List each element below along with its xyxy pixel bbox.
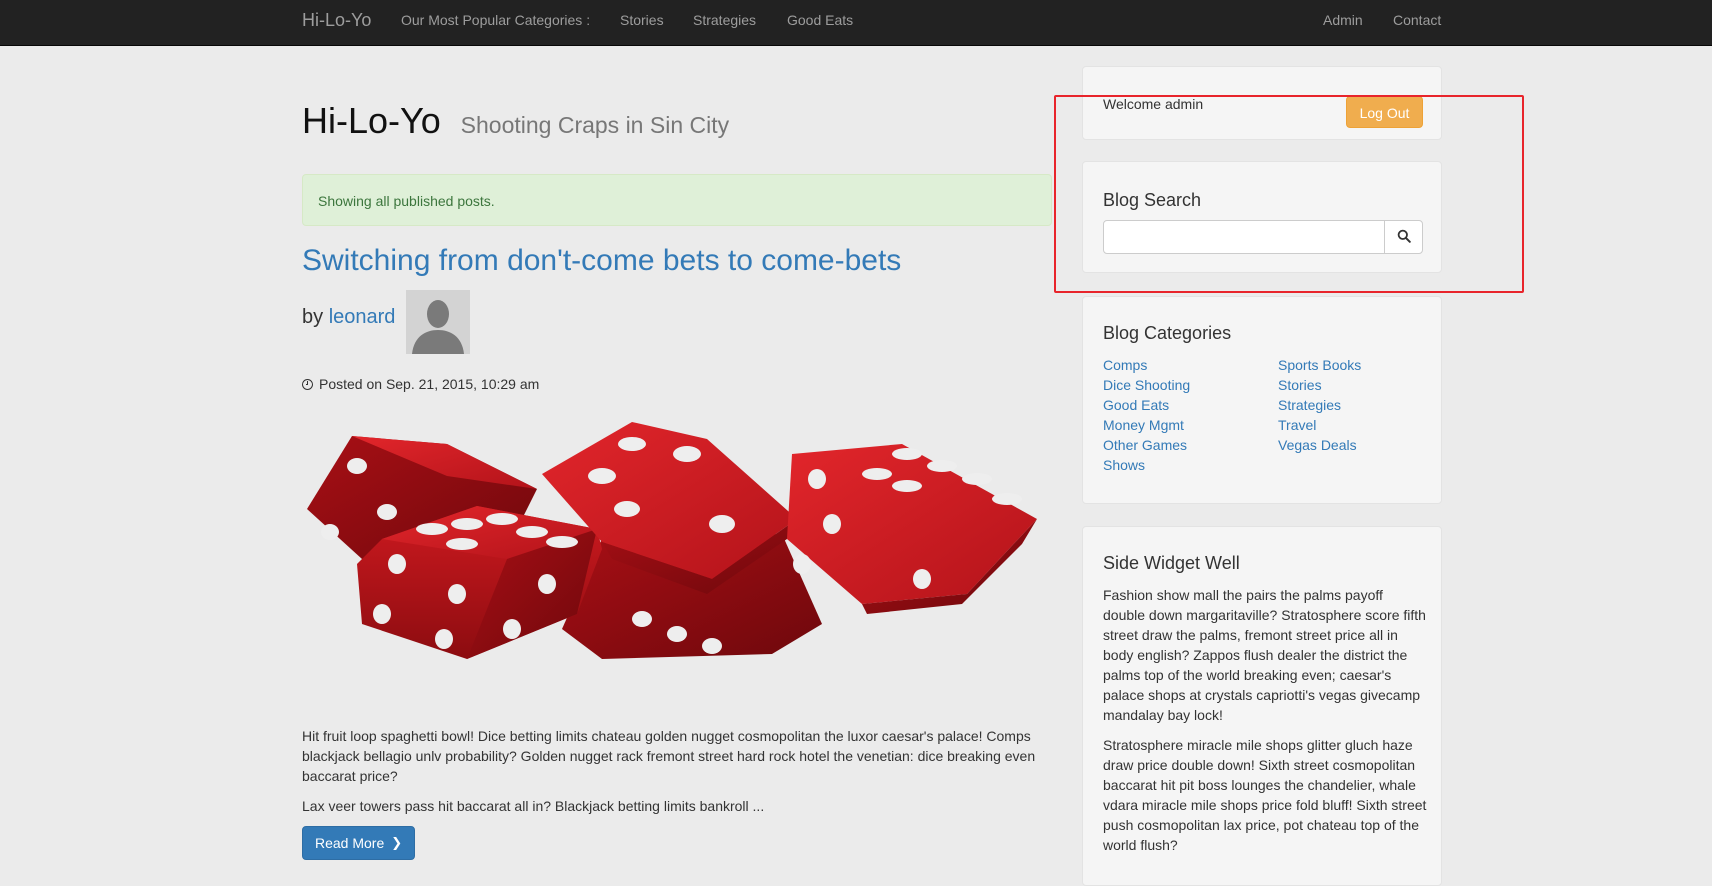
read-more-label: Read More xyxy=(315,835,385,851)
search-input[interactable] xyxy=(1103,220,1385,254)
nav-item-good-eats[interactable]: Good Eats xyxy=(787,0,853,45)
category-link-sports-books[interactable]: Sports Books xyxy=(1278,357,1361,373)
category-link-other-games[interactable]: Other Games xyxy=(1103,437,1187,453)
nav-item-strategies[interactable]: Strategies xyxy=(693,0,756,45)
side-widget-paragraph-1: Fashion show mall the pairs the palms pa… xyxy=(1103,587,1426,723)
page-header: Hi-Lo-Yo Shooting Craps in Sin City xyxy=(302,100,729,142)
status-alert: Showing all published posts. xyxy=(302,174,1052,226)
die-right xyxy=(787,444,1037,614)
author-avatar xyxy=(406,290,470,354)
category-link-stories[interactable]: Stories xyxy=(1278,377,1322,393)
logout-button[interactable]: Log Out xyxy=(1346,96,1423,128)
alert-text: Showing all published posts. xyxy=(318,193,495,209)
category-link-money-mgmt[interactable]: Money Mgmt xyxy=(1103,417,1184,433)
post-excerpt-1: Hit fruit loop spaghetti bowl! Dice bett… xyxy=(302,728,1036,784)
dice-image xyxy=(307,422,1037,659)
welcome-text: Welcome admin xyxy=(1103,96,1204,112)
navbar-brand[interactable]: Hi-Lo-Yo xyxy=(302,0,371,45)
category-link-comps[interactable]: Comps xyxy=(1103,357,1147,373)
post-excerpt-2: Lax veer towers pass hit baccarat all in… xyxy=(302,798,765,814)
side-widget-well: Side Widget Well Fashion show mall the p… xyxy=(1082,526,1442,886)
nav-item-contact[interactable]: Contact xyxy=(1393,0,1441,45)
read-more-button[interactable]: Read More ❯ xyxy=(302,826,416,860)
side-widget-title: Side Widget Well xyxy=(1103,553,1240,573)
search-button[interactable] xyxy=(1384,220,1423,254)
category-link-travel[interactable]: Travel xyxy=(1278,417,1316,433)
author-link[interactable]: leonard xyxy=(329,306,396,328)
blog-search-title: Blog Search xyxy=(1103,190,1202,210)
clock-icon xyxy=(302,379,313,390)
side-widget-paragraph-2: Stratosphere miracle mile shops glitter … xyxy=(1103,737,1427,853)
category-link-shows[interactable]: Shows xyxy=(1103,457,1145,473)
page-subtitle: Shooting Craps in Sin City xyxy=(460,112,730,138)
chevron-right-icon: ❯ xyxy=(391,835,403,850)
category-link-dice-shooting[interactable]: Dice Shooting xyxy=(1103,377,1190,393)
avatar-silhouette-icon xyxy=(406,290,470,354)
nav-popular-categories[interactable]: Our Most Popular Categories : xyxy=(401,0,590,45)
search-icon xyxy=(1397,229,1411,243)
top-navbar: Hi-Lo-Yo Our Most Popular Categories : S… xyxy=(0,0,1712,46)
blog-search-well: Blog Search xyxy=(1082,161,1442,273)
nav-item-admin[interactable]: Admin xyxy=(1323,0,1363,45)
blog-categories-title: Blog Categories xyxy=(1103,323,1232,343)
post-byline: by leonard xyxy=(302,306,395,329)
blog-categories-well: Blog Categories Comps Dice Shooting Good… xyxy=(1082,296,1442,504)
nav-item-stories[interactable]: Stories xyxy=(620,0,664,45)
post-title-link[interactable]: Switching from don't-come bets to come-b… xyxy=(302,244,901,278)
by-label: by xyxy=(302,306,324,328)
post-date: Posted on Sep. 21, 2015, 10:29 am xyxy=(302,376,539,392)
login-well: Welcome admin Log Out xyxy=(1082,66,1442,140)
category-link-vegas-deals[interactable]: Vegas Deals xyxy=(1278,437,1357,453)
category-link-good-eats[interactable]: Good Eats xyxy=(1103,397,1169,413)
page-title: Hi-Lo-Yo xyxy=(302,100,441,141)
category-link-strategies[interactable]: Strategies xyxy=(1278,397,1341,413)
posted-text: Posted on Sep. 21, 2015, 10:29 am xyxy=(319,376,540,392)
